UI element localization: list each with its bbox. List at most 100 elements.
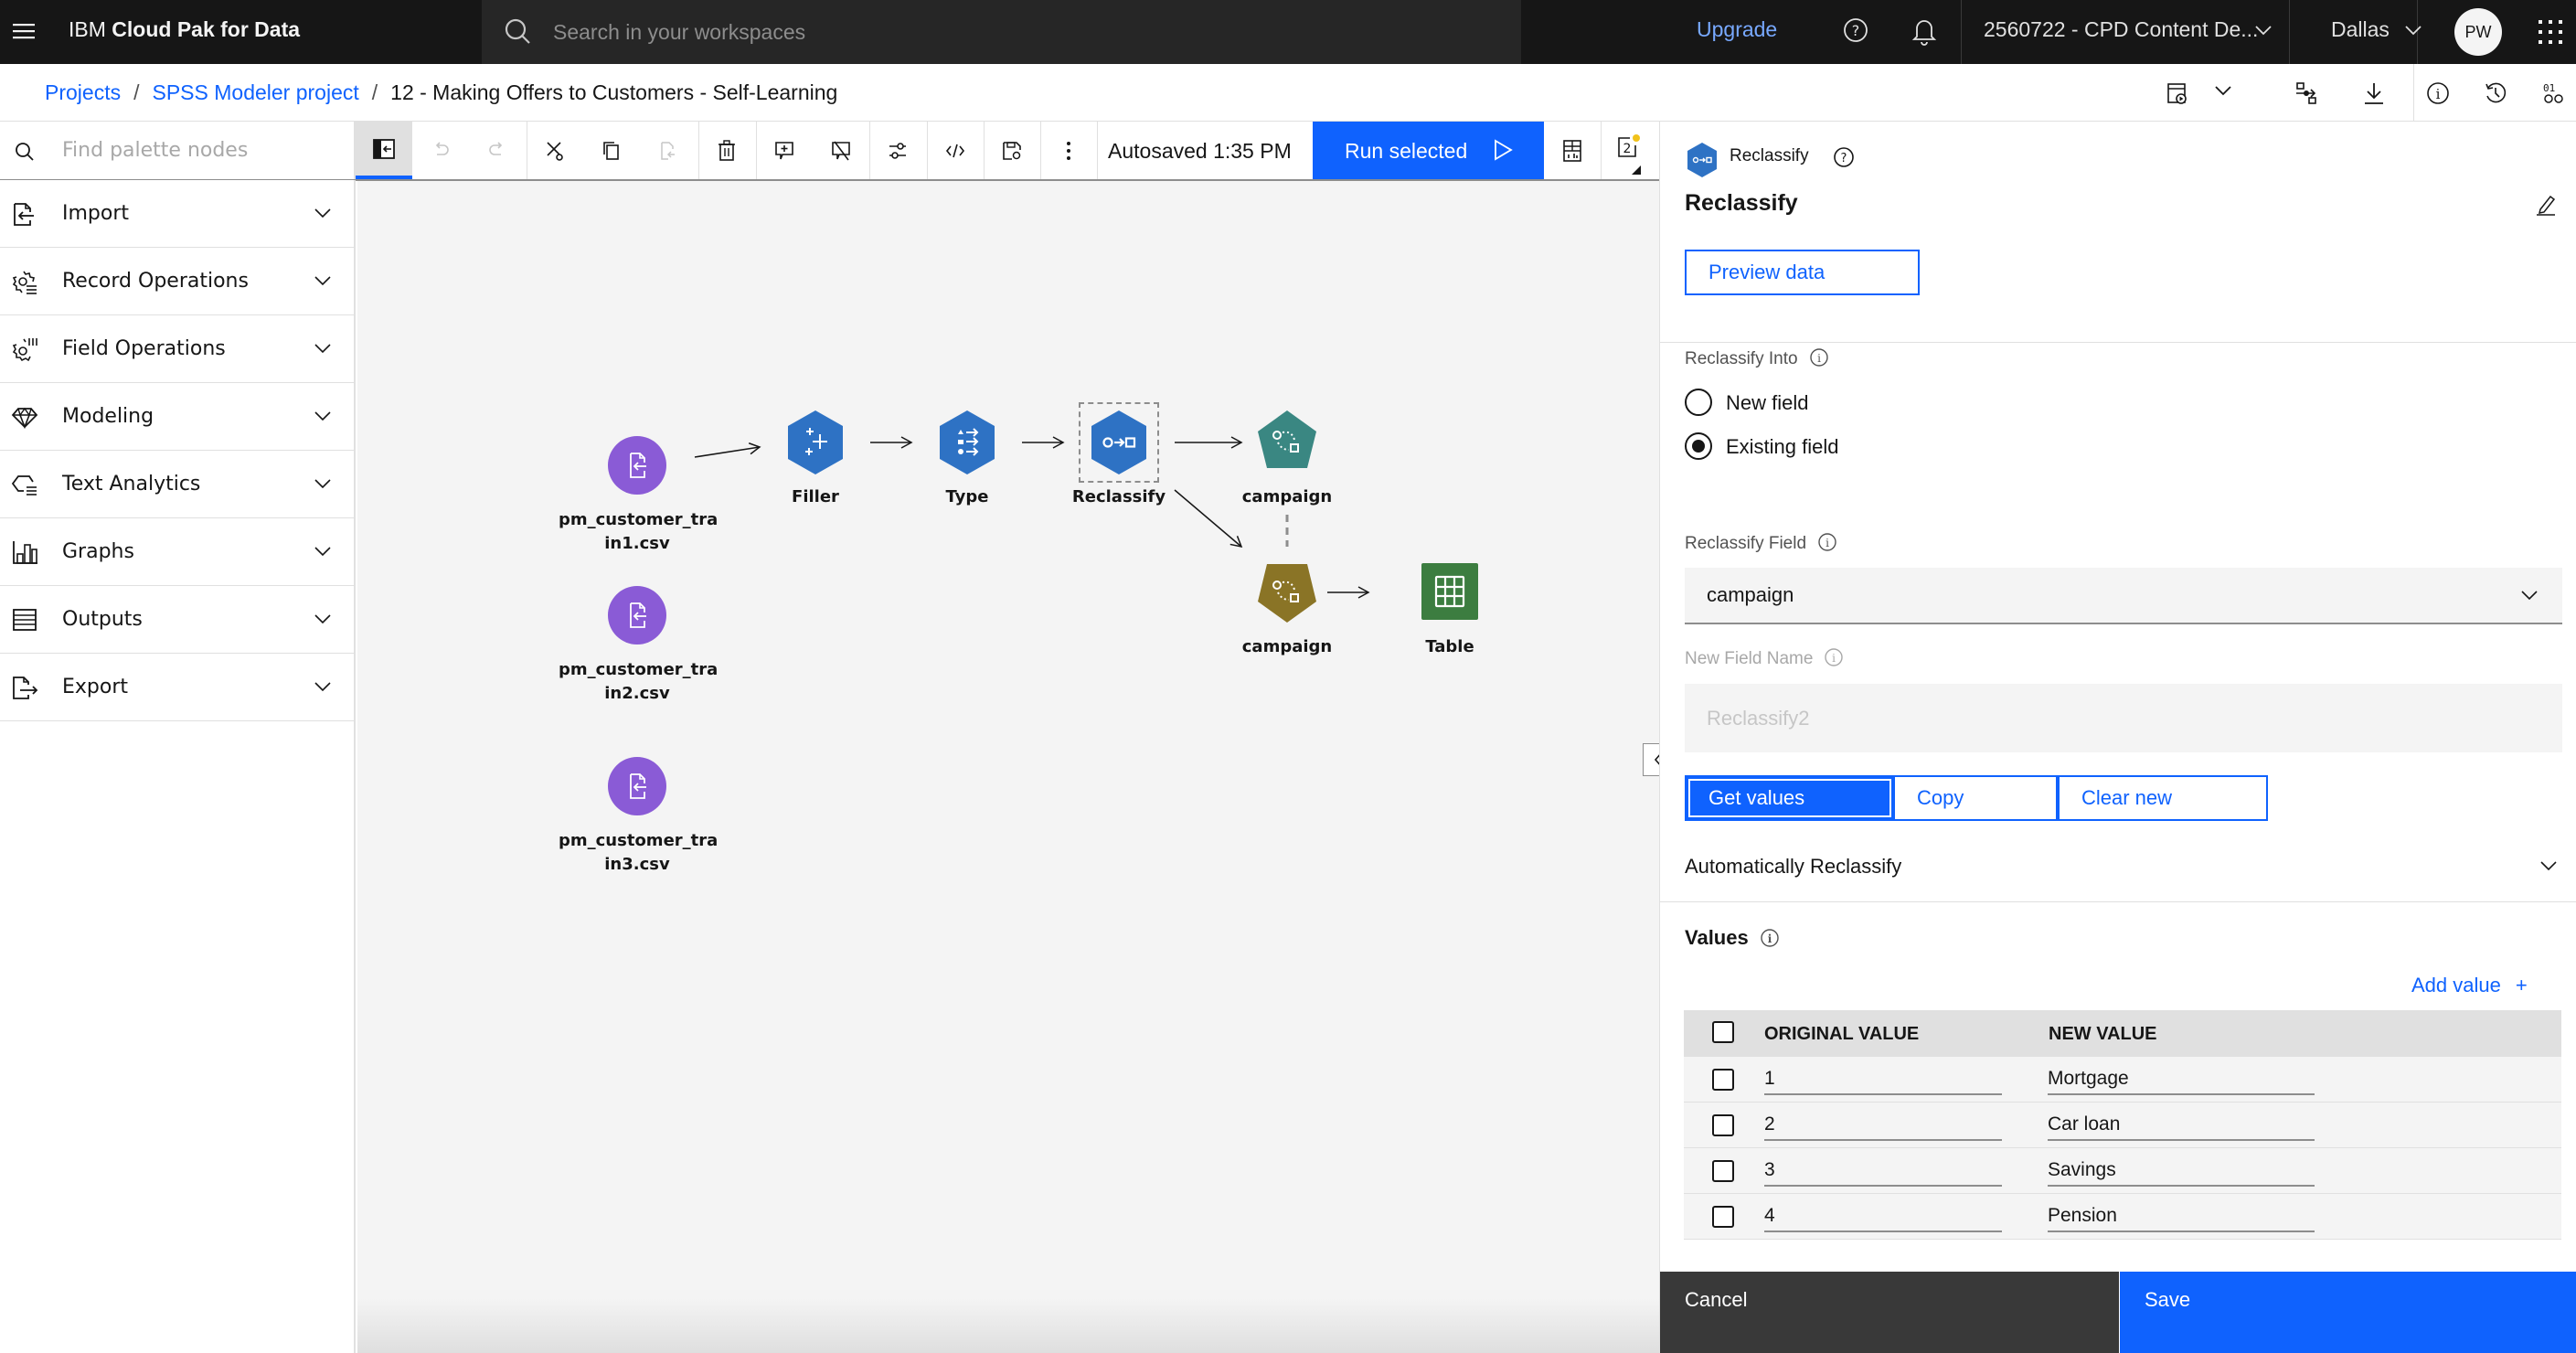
code-button[interactable] (927, 122, 984, 179)
breadcrumb-spss-project[interactable]: SPSS Modeler project (152, 80, 358, 104)
palette-category-import[interactable]: Import (0, 180, 356, 248)
messages-button[interactable]: 2 (1601, 122, 1657, 179)
palette-category-field-operations[interactable]: Field Operations (0, 315, 356, 383)
radio-label: New field (1726, 391, 1809, 414)
global-search-input[interactable] (553, 0, 1467, 64)
cut-button[interactable] (527, 122, 583, 179)
user-avatar[interactable]: PW (2454, 8, 2502, 56)
product-brand[interactable]: IBM Cloud Pak for Data (69, 17, 300, 42)
run-selected-label: Run selected (1345, 139, 1468, 163)
add-comment-button[interactable] (756, 122, 813, 179)
row-checkbox[interactable] (1712, 1114, 1734, 1136)
run-flow-icon[interactable] (2165, 80, 2190, 106)
original-value-input[interactable] (1764, 1064, 2002, 1095)
modeling-icon (11, 403, 38, 431)
node-campaign-model[interactable] (1257, 410, 1317, 470)
toolbar-divider (1097, 122, 1098, 179)
preview-data-button[interactable]: Preview data (1685, 250, 1920, 295)
canvas-shadow (357, 1298, 1659, 1353)
delete-button[interactable] (698, 122, 755, 179)
copy-button[interactable]: Copy (1895, 775, 2058, 821)
undo-button[interactable] (412, 122, 469, 179)
info-icon[interactable]: i (2425, 80, 2451, 106)
row-checkbox[interactable] (1712, 1206, 1734, 1228)
node-label: Type (945, 487, 989, 506)
region-switcher[interactable]: Dallas (2290, 0, 2422, 64)
new-value-input[interactable] (2048, 1064, 2315, 1095)
palette-category-text-analytics[interactable]: Text Analytics (0, 451, 356, 518)
cancel-button[interactable]: Cancel (1660, 1272, 2119, 1353)
node-type[interactable] (938, 410, 996, 475)
original-value-input[interactable] (1764, 1156, 2002, 1187)
download-icon[interactable] (2361, 80, 2387, 106)
palette-category-modeling[interactable]: Modeling (0, 383, 356, 451)
auto-reclassify-accordion[interactable]: Automatically Reclassify (1685, 855, 1901, 879)
palette-category-record-operations[interactable]: Record Operations (0, 248, 356, 315)
toggle-palette-button[interactable] (356, 122, 412, 179)
info-icon[interactable]: i (1817, 532, 1837, 552)
select-all-checkbox[interactable] (1712, 1021, 1734, 1043)
flow-properties-icon[interactable] (2293, 80, 2320, 106)
info-icon[interactable]: i (1824, 647, 1844, 667)
clear-new-button[interactable]: Clear new (2058, 775, 2268, 821)
account-switcher[interactable]: 2560722 - CPD Content De... (1961, 0, 2290, 64)
row-checkbox[interactable] (1712, 1160, 1734, 1182)
save-button[interactable]: Save (2120, 1272, 2576, 1353)
reclassify-field-dropdown[interactable]: campaign (1685, 568, 2562, 624)
original-value-input[interactable] (1764, 1110, 2002, 1141)
chevron-down-icon[interactable] (2214, 84, 2232, 97)
get-values-button[interactable]: Get values (1685, 775, 1895, 821)
new-value-input[interactable] (2048, 1156, 2315, 1187)
outputs-panel-button[interactable] (1544, 122, 1601, 179)
paste-icon (661, 141, 675, 160)
notification-bell-icon[interactable] (1909, 15, 1940, 48)
node-table[interactable] (1421, 563, 1478, 620)
node-import-pm-customer-train1[interactable] (607, 435, 667, 495)
hide-comments-button[interactable] (813, 122, 869, 179)
overflow-menu-button[interactable] (1040, 122, 1097, 179)
new-field-name-input[interactable] (1685, 684, 2562, 752)
hamburger-menu-icon[interactable] (9, 16, 42, 49)
original-value-input[interactable] (1764, 1201, 2002, 1232)
add-value-button[interactable]: Add value + (2411, 974, 2528, 997)
link-src1-filler[interactable] (694, 442, 761, 458)
info-icon[interactable]: i (1809, 347, 1829, 368)
app-switcher-icon[interactable] (2537, 18, 2564, 46)
breadcrumb-projects[interactable]: Projects (45, 80, 121, 104)
help-icon[interactable]: ? (1832, 145, 1856, 169)
node-reclassify[interactable] (1090, 410, 1148, 475)
reclassify-into-label: Reclassify Into i (1685, 347, 1829, 369)
paste-button[interactable] (640, 122, 697, 179)
save-version-button[interactable] (984, 122, 1040, 179)
palette-category-outputs[interactable]: Outputs (0, 586, 356, 654)
flow-canvas[interactable]: pm_customer_tra in1.csv pm_customer_tra in… (357, 181, 1659, 1353)
version-history-icon[interactable] (2483, 80, 2508, 106)
edit-title-icon[interactable] (2533, 191, 2559, 217)
help-icon[interactable]: ? (1840, 15, 1871, 46)
palette-search-input[interactable] (62, 122, 336, 178)
palette-category-export[interactable]: Export (0, 654, 356, 721)
new-value-input[interactable] (2048, 1201, 2315, 1232)
node-filler[interactable] (786, 410, 845, 475)
flow-settings-button[interactable] (869, 122, 926, 179)
chevron-down-icon (314, 479, 331, 489)
svg-text:i: i (1833, 652, 1836, 665)
node-import-pm-customer-train2[interactable] (607, 585, 667, 645)
node-import-pm-customer-train3[interactable] (607, 756, 667, 816)
new-value-input[interactable] (2048, 1110, 2315, 1141)
upgrade-link[interactable]: Upgrade (1697, 17, 1777, 42)
node-campaign-nugget[interactable] (1257, 563, 1317, 623)
text-analytics-icon (11, 471, 38, 498)
redo-button[interactable] (469, 122, 526, 179)
palette-category-graphs[interactable]: Graphs (0, 518, 356, 586)
row-checkbox[interactable] (1712, 1069, 1734, 1091)
flow-variables-icon[interactable]: 01 (2541, 80, 2567, 106)
copy-button[interactable] (583, 122, 640, 179)
brand-name: Cloud Pak for Data (112, 17, 301, 41)
info-icon[interactable]: i (1760, 928, 1780, 948)
radio-button[interactable] (1685, 389, 1712, 416)
palette-category-label: Record Operations (62, 270, 249, 293)
radio-button[interactable] (1685, 432, 1712, 460)
run-selected-button[interactable]: Run selected (1313, 122, 1544, 179)
chevron-down-icon[interactable] (2539, 860, 2558, 871)
